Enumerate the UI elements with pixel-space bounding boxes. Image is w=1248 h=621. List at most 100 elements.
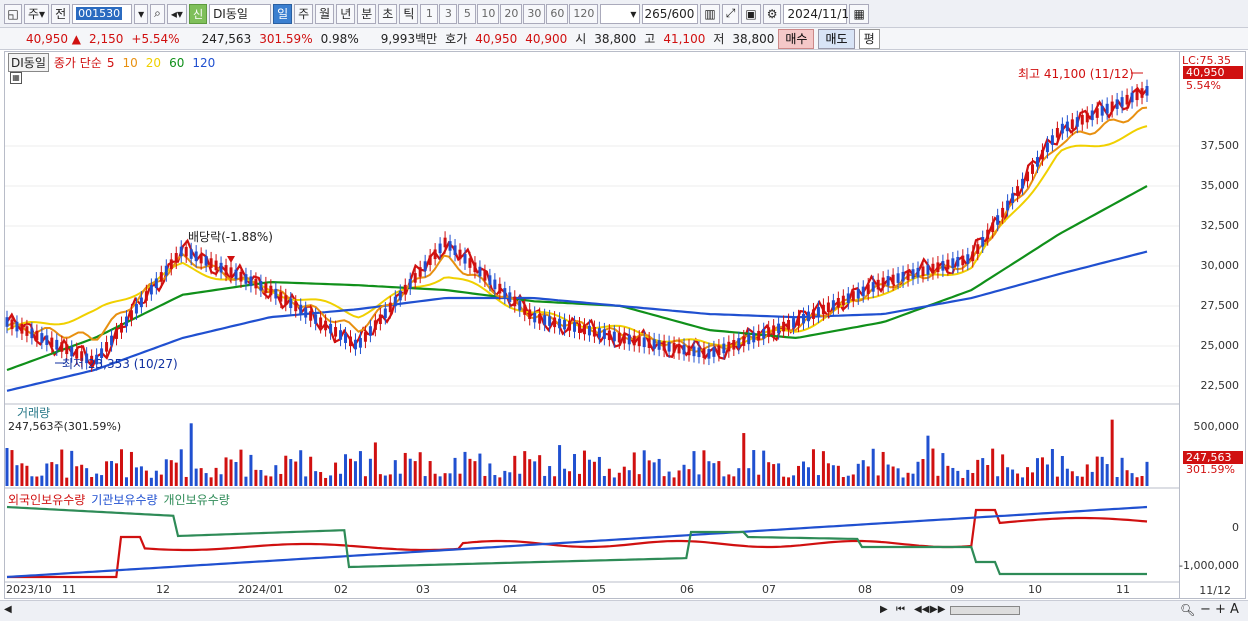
volume-bar [1016, 473, 1020, 486]
interval-60[interactable]: 60 [546, 3, 569, 24]
volume-bar [418, 452, 422, 486]
low-value: 38,800 [732, 31, 775, 46]
tab-second[interactable]: 초 [378, 3, 398, 24]
tab-year[interactable]: 년 [336, 3, 356, 24]
average-button[interactable]: 평 [858, 28, 880, 49]
candle-body [677, 343, 681, 354]
candle-icon[interactable]: ▥ [700, 3, 720, 24]
volume-bar [443, 473, 447, 486]
minus-icon[interactable]: − [1200, 602, 1211, 617]
volume-bar [129, 451, 133, 486]
prefix-button[interactable]: 전 [51, 3, 71, 24]
text-size-icon[interactable]: A [1230, 602, 1239, 617]
count-field[interactable]: 265/600 [642, 3, 699, 24]
tab-month[interactable]: 월 [315, 3, 335, 24]
interval-input[interactable]: ▾ [600, 3, 641, 24]
save-icon[interactable]: ▣ [741, 3, 761, 24]
scroll-right-icon[interactable]: ▶ [880, 604, 888, 615]
volume-bar [314, 471, 318, 486]
volume-bar [906, 472, 910, 486]
candle-body [189, 249, 193, 259]
x-label: 11 [62, 583, 76, 596]
scroll-thumb[interactable] [950, 606, 1020, 615]
stock-name-field[interactable]: DI동일 [209, 3, 272, 24]
candle-body [861, 286, 865, 297]
volume-bar [1130, 473, 1134, 486]
interval-10[interactable]: 10 [477, 3, 500, 24]
search-icon[interactable]: ⌕ [150, 3, 165, 24]
candle-body [806, 311, 810, 322]
tab-week[interactable]: 주 [294, 3, 314, 24]
interval-30[interactable]: 30 [523, 3, 546, 24]
candle-body [319, 317, 323, 328]
scroll-left-icon[interactable]: ◀ [4, 604, 12, 615]
gear-icon[interactable]: ⚙ [762, 3, 782, 24]
chart-type-icon[interactable]: ◱ [4, 3, 22, 24]
candle-body [433, 249, 437, 260]
nav-first-icon[interactable]: ⏮ [896, 604, 905, 615]
volume-bar [344, 454, 348, 486]
date-field[interactable]: 2024/11/12 [783, 3, 857, 24]
candle-body [926, 265, 930, 275]
x-label: 05 [592, 583, 606, 596]
interval-120[interactable]: 120 [569, 3, 599, 24]
speaker-icon[interactable]: ◂▾ [166, 3, 187, 24]
volume-bar [1105, 464, 1109, 486]
candle-body [423, 261, 427, 271]
volume-bar [1145, 461, 1149, 486]
candle-body [1115, 99, 1119, 109]
scrollbar[interactable]: ◀ ▶ ⏮ ◀◀ ▶▶ 🔍︎ − + A [0, 600, 1248, 621]
institution-holding-line [6, 505, 1148, 579]
volume-bar [204, 473, 208, 486]
stock-tag: DI동일 [8, 53, 49, 72]
candle-body [60, 342, 64, 352]
nav-prev-icon[interactable]: ◀◀ [914, 604, 929, 615]
candle-body [20, 324, 24, 334]
candle-body [707, 349, 711, 359]
interval-20[interactable]: 20 [500, 3, 523, 24]
tab-day[interactable]: 일 [273, 3, 293, 24]
buy-button[interactable]: 매수 [778, 28, 815, 49]
panel-settings-icon[interactable]: ▦ [10, 72, 22, 84]
code-dropdown-icon[interactable]: ▾ [134, 3, 149, 24]
y-axis: LC:75.35 40,950 5.54% 37,500 35,000 32,500… [1179, 51, 1246, 599]
candle-body [548, 316, 552, 326]
candle-body [55, 339, 59, 350]
interval-3[interactable]: 3 [439, 3, 458, 24]
draw-icon[interactable]: ⤢ [721, 3, 740, 24]
market-select[interactable]: 주 ▾ [24, 3, 50, 24]
volume-bar [806, 467, 810, 486]
tab-tick[interactable]: 틱 [399, 3, 419, 24]
volume-bar [1001, 454, 1005, 486]
candle-body [607, 330, 611, 341]
calendar-icon[interactable]: ▦ [849, 3, 869, 24]
candle-body [1055, 127, 1059, 138]
candle-body [936, 262, 940, 273]
ma-period-60: 60 [169, 55, 185, 70]
zoom-out-icon[interactable]: 🔍︎ [1180, 603, 1195, 617]
interval-5[interactable]: 5 [458, 3, 477, 24]
sell-button[interactable]: 매도 [818, 28, 855, 49]
holder-legend: 외국인보유수량 기관보유수량 개인보유수량 [8, 491, 230, 508]
x-label: 06 [680, 583, 694, 596]
volume-bar [249, 454, 253, 486]
candle-body [254, 278, 258, 289]
holder-tick-zero: 0 [1232, 521, 1239, 534]
count-total: /600 [667, 6, 695, 21]
chart-area[interactable] [4, 51, 1180, 599]
volume-bar [119, 449, 123, 486]
stock-code-input[interactable]: 001530 [72, 3, 133, 24]
nav-next-icon[interactable]: ▶▶ [930, 604, 945, 615]
volume-bar [373, 442, 377, 486]
volume-bar [458, 473, 462, 486]
candle-body [179, 246, 183, 257]
candle-body [110, 335, 114, 346]
open-value: 38,800 [594, 31, 637, 46]
plus-icon[interactable]: + [1215, 602, 1226, 617]
volume-bar [30, 476, 34, 486]
candle-body [553, 317, 557, 328]
tab-minute[interactable]: 분 [357, 3, 377, 24]
volume-bar [329, 475, 333, 486]
interval-1[interactable]: 1 [420, 3, 439, 24]
candle-body [478, 266, 482, 277]
